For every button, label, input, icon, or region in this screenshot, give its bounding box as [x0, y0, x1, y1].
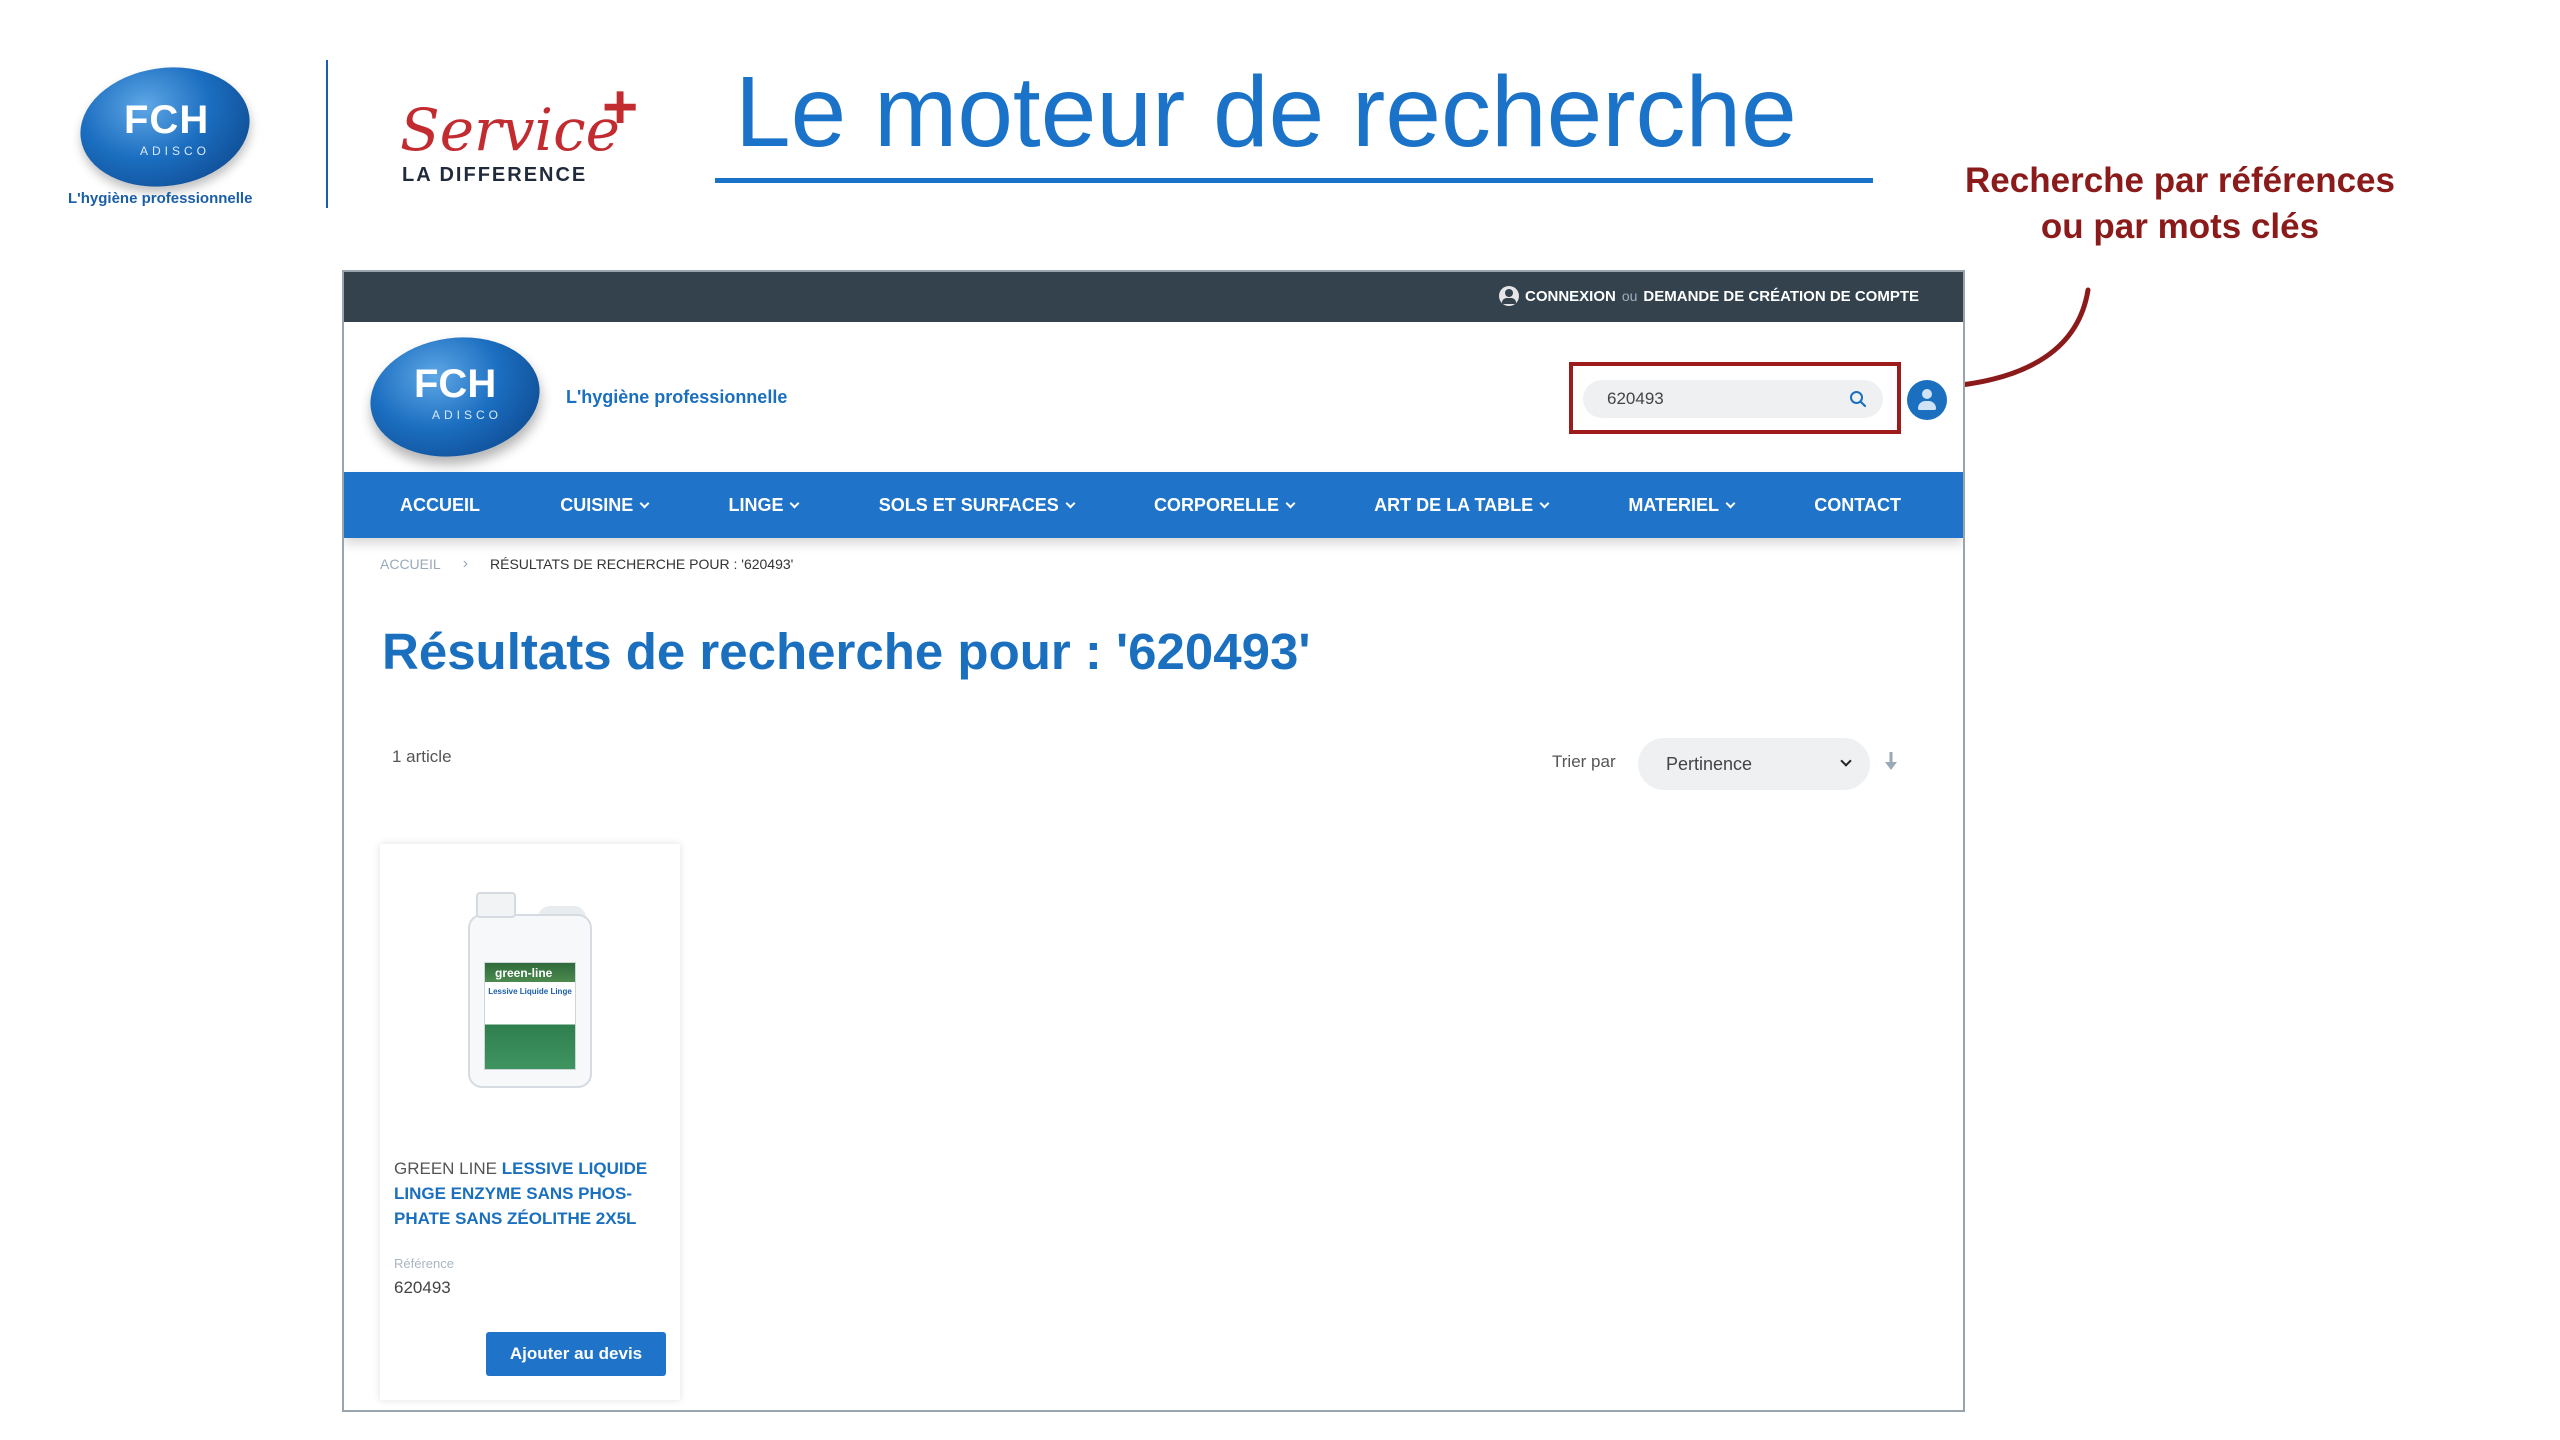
search-annotation: Recherche par références ou par mots clé… — [1930, 158, 2430, 250]
nav-item-cuisine[interactable]: CUISINE — [560, 494, 650, 516]
account-links: CONNEXION ou DEMANDE DE CRÉATION DE COMP… — [1499, 286, 1919, 306]
fch-logo-text: FCH — [124, 98, 210, 142]
service-script-text: Service — [400, 96, 620, 164]
chevron-down-icon — [1725, 498, 1736, 508]
jug-label-brand: green-line — [495, 966, 553, 980]
product-image[interactable]: green-line Lessive Liquide Linge — [468, 892, 592, 1088]
results-title: Résultats de recherche pour : '620493' — [382, 623, 1311, 680]
nav-item-corporelle[interactable]: CORPORELLE — [1153, 494, 1296, 516]
product-brand: GREEN LINE — [394, 1159, 497, 1178]
chevron-down-icon — [790, 498, 800, 508]
nav-item-linge[interactable]: LINGE — [728, 494, 800, 516]
account-avatar-button[interactable] — [1907, 380, 1947, 420]
signup-link[interactable]: DEMANDE DE CRÉATION DE COMPTE — [1643, 288, 1919, 305]
sort-select-value: Pertinence — [1666, 754, 1753, 774]
breadcrumb-current: RÉSULTATS DE RECHERCHE POUR : '620493' — [490, 556, 794, 572]
sort-direction-icon[interactable] — [1884, 750, 1898, 774]
chevron-down-icon — [1840, 755, 1852, 767]
site-header: FCH ADISCO L'hygiène professionnelle — [344, 322, 1963, 472]
nav-item-accueil[interactable]: ACCUEIL — [400, 495, 480, 516]
jug-label-product: Lessive Liquide Linge — [488, 987, 572, 996]
slide-fch-logo: FCH ADISCO L'hygiène professionnelle — [62, 56, 272, 212]
nav-item-label: ART DE LA TABLE — [1374, 494, 1534, 515]
breadcrumb-separator: › — [462, 555, 469, 572]
product-name[interactable]: GREEN LINE LESSIVE LIQUIDE LINGE ENZYME … — [394, 1156, 670, 1231]
login-link[interactable]: CONNEXION — [1525, 288, 1616, 305]
site-logo[interactable]: FCH ADISCO — [362, 326, 548, 468]
nav-item-label: CORPORELLE — [1153, 494, 1279, 515]
nav-item-label: CUISINE — [560, 494, 634, 515]
search-input[interactable] — [1583, 380, 1883, 418]
service-plus-logo: Service + LA DIFFERENCE — [400, 73, 670, 196]
login-or-separator: ou — [1621, 288, 1638, 304]
nav-item-label: CONTACT — [1814, 494, 1901, 515]
user-circle-icon — [1499, 286, 1519, 306]
annotation-line-1: Recherche par références — [1965, 161, 2395, 200]
sort-label: Trier par — [1552, 752, 1616, 771]
site-tagline: L'hygiène professionnelle — [566, 387, 788, 407]
slide-title-underline — [715, 178, 1873, 183]
add-to-quote-button[interactable]: Ajouter au devis — [486, 1332, 666, 1376]
breadcrumb-home[interactable]: ACCUEIL — [380, 556, 441, 572]
nav-item-label: ACCUEIL — [400, 494, 480, 515]
nav-item-contact[interactable]: CONTACT — [1814, 495, 1901, 516]
site-logo-sub: ADISCO — [432, 408, 503, 422]
site-logo-text: FCH — [414, 362, 497, 406]
nav-item-art-de-la-table[interactable]: ART DE LA TABLE — [1374, 494, 1550, 516]
nav-item-materiel[interactable]: MATERIEL — [1628, 494, 1736, 516]
search-highlight-box — [1569, 362, 1901, 434]
main-nav: ACCUEIL CUISINE LINGE SOLS ET SURFACES CORPO… — [344, 472, 1963, 538]
jug-cap — [476, 892, 516, 918]
header-divider — [326, 60, 328, 208]
chevron-down-icon — [1065, 498, 1076, 508]
sort-select[interactable]: Pertinence — [1638, 738, 1870, 790]
service-subtitle: LA DIFFERENCE — [402, 164, 588, 186]
nav-item-sols-et-surfaces[interactable]: SOLS ET SURFACES — [878, 494, 1076, 516]
jug-label: green-line Lessive Liquide Linge — [484, 962, 576, 1070]
account-topbar: CONNEXION ou DEMANDE DE CRÉATION DE COMP… — [344, 272, 1963, 322]
product-card[interactable]: green-line Lessive Liquide Linge GREEN L… — [380, 844, 680, 1400]
fch-logo-sub: ADISCO — [140, 144, 211, 158]
chevron-down-icon — [639, 498, 650, 508]
slide-title: Le moteur de recherche — [735, 56, 1797, 168]
fch-logo-tagline: L'hygiène professionnelle — [68, 190, 253, 207]
results-count: 1 article — [392, 747, 452, 766]
nav-item-label: MATERIEL — [1628, 494, 1720, 515]
website-screenshot: CONNEXION ou DEMANDE DE CRÉATION DE COMP… — [342, 270, 1965, 1412]
chevron-down-icon — [1285, 498, 1296, 508]
product-ref-label: Référence — [394, 1256, 454, 1271]
annotation-line-2: ou par mots clés — [2040, 207, 2320, 246]
nav-item-label: LINGE — [728, 494, 784, 515]
chevron-down-icon — [1539, 498, 1550, 508]
search-icon[interactable] — [1849, 390, 1867, 408]
service-plus-sign: + — [602, 73, 639, 142]
nav-item-label: SOLS ET SURFACES — [878, 494, 1059, 515]
breadcrumb: ACCUEIL › RÉSULTATS DE RECHERCHE POUR : … — [380, 555, 793, 573]
product-ref-value: 620493 — [394, 1278, 451, 1297]
